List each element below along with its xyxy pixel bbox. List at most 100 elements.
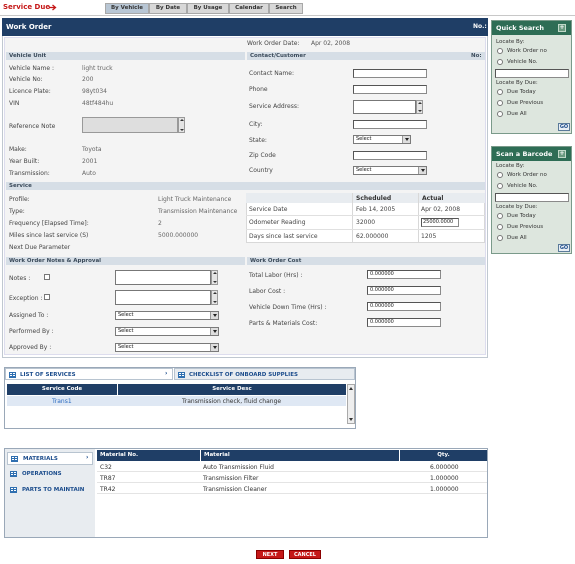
- material-no-cell: C32: [100, 464, 112, 471]
- material-no-cell: TR87: [100, 475, 116, 482]
- chevron-down-icon: [210, 344, 218, 351]
- table-row[interactable]: [97, 462, 487, 472]
- table-row[interactable]: [97, 473, 487, 483]
- assigned-to-select[interactable]: Select: [115, 311, 219, 320]
- service-address-textarea[interactable]: [353, 100, 416, 114]
- services-scrollbar[interactable]: [347, 384, 355, 424]
- vin-label: VIN: [9, 100, 20, 107]
- scan-radio-vehicle[interactable]: [497, 183, 503, 189]
- scan-go-button[interactable]: GO: [558, 244, 570, 252]
- tab-search[interactable]: Search: [269, 3, 303, 14]
- work-order-header: [2, 18, 488, 36]
- scan-search-input[interactable]: [495, 193, 569, 202]
- miles-value: 5000.000000: [158, 232, 199, 239]
- tab-by-usage[interactable]: By Usage: [187, 3, 229, 14]
- service-date-label: Service Date: [249, 206, 288, 213]
- qs-locate-due: Locate By Due:: [496, 80, 538, 86]
- scan-radio-due-previous[interactable]: [497, 224, 503, 230]
- tab-list-of-services[interactable]: LIST OF SERVICES ›: [5, 368, 173, 380]
- exception-checkbox[interactable]: [44, 294, 50, 300]
- qs-radio-due-today[interactable]: [497, 89, 503, 95]
- scroll-down-icon[interactable]: [349, 418, 353, 421]
- tab-by-vehicle[interactable]: By Vehicle: [105, 3, 149, 14]
- year-built-label: Year Built:: [9, 158, 40, 165]
- tab-by-date[interactable]: By Date: [149, 3, 187, 14]
- service-address-label: Service Address:: [249, 103, 299, 110]
- material-cell: Transmission Filter: [203, 475, 259, 482]
- notes-checkbox[interactable]: [44, 274, 50, 280]
- grid-icon: [11, 456, 18, 462]
- scan-barcode-title: Scan a Barcode: [496, 150, 553, 158]
- performed-by-value: Select: [118, 328, 134, 334]
- material-cell: Transmission Cleaner: [203, 486, 267, 493]
- expand-icon[interactable]: +: [558, 150, 566, 158]
- qs-search-input[interactable]: [495, 69, 569, 78]
- zip-label: Zip Code: [249, 152, 276, 159]
- approved-by-select[interactable]: Select: [115, 343, 219, 352]
- tab-calendar[interactable]: Calendar: [229, 3, 269, 14]
- qs-radio-due-previous[interactable]: [497, 100, 503, 106]
- cancel-button[interactable]: CANCEL: [289, 550, 321, 559]
- nav-parts-to-maintain[interactable]: PARTS TO MAINTAIN: [7, 484, 93, 497]
- chevron-down-icon: [210, 328, 218, 335]
- total-labor-input[interactable]: 0.000000: [367, 270, 441, 279]
- performed-by-select[interactable]: Select: [115, 327, 219, 336]
- notes-textarea[interactable]: [115, 270, 211, 285]
- nav-parts-label: PARTS TO MAINTAIN: [22, 487, 85, 493]
- scan-locate-by: Locate By:: [496, 163, 525, 169]
- scroll-up-icon[interactable]: [349, 387, 353, 390]
- city-input[interactable]: [353, 120, 427, 129]
- next-button[interactable]: NEXT: [256, 550, 284, 559]
- qs-go-button[interactable]: GO: [558, 123, 570, 131]
- scan-work-order-label: Work Order no: [507, 172, 547, 178]
- expand-icon[interactable]: +: [558, 24, 566, 32]
- service-address-scroll[interactable]: [416, 100, 423, 114]
- down-time-input[interactable]: 0.000000: [367, 302, 441, 311]
- material-cell: Auto Transmission Fluid: [203, 464, 274, 471]
- nav-materials[interactable]: MATERIALS ›: [7, 452, 93, 465]
- grid-icon: [10, 487, 17, 493]
- quick-search-title: Quick Search: [496, 24, 544, 32]
- exception-textarea[interactable]: [115, 290, 211, 305]
- odometer-actual-input[interactable]: 25000.0000: [421, 218, 459, 227]
- tab-checklist-onboard[interactable]: CHECKLIST OF ONBOARD SUPPLIES: [174, 368, 355, 380]
- qs-radio-vehicle[interactable]: [497, 59, 503, 65]
- exception-scroll[interactable]: [211, 290, 218, 305]
- grid-icon: [10, 471, 17, 477]
- contact-name-input[interactable]: [353, 69, 427, 78]
- contact-name-label: Contact Name:: [249, 70, 294, 77]
- work-order-date-value: Apr 02, 2008: [311, 40, 351, 47]
- service-date-actual: Apr 02, 2008: [421, 206, 461, 213]
- state-select[interactable]: Select: [353, 135, 411, 144]
- qs-radio-due-all[interactable]: [497, 111, 503, 117]
- country-select[interactable]: Select: [353, 166, 427, 175]
- reference-note-textarea[interactable]: [82, 117, 178, 133]
- vehicle-no-label: Vehicle No:: [9, 76, 43, 83]
- contact-no-label: No:: [471, 53, 482, 59]
- nav-operations[interactable]: OPERATIONS: [7, 468, 93, 481]
- scan-radio-due-today[interactable]: [497, 213, 503, 219]
- assigned-to-label: Assigned To :: [9, 312, 49, 319]
- phone-input[interactable]: [353, 85, 427, 94]
- scan-radio-due-all[interactable]: [497, 235, 503, 241]
- licence-plate-value: 98yt034: [82, 88, 107, 95]
- section-service: Service: [6, 182, 485, 190]
- vehicle-name-label: Vehicle Name :: [9, 65, 54, 72]
- labor-cost-input[interactable]: 0.000000: [367, 286, 441, 295]
- zip-input[interactable]: [353, 151, 427, 160]
- type-label: Type:: [9, 208, 25, 215]
- scan-barcode-panel: Scan a Barcode + Locate By: Work Order no…: [491, 146, 572, 254]
- reference-note-scroll[interactable]: [178, 117, 185, 133]
- scan-radio-work-order[interactable]: [497, 172, 503, 178]
- exception-label: Exception :: [9, 295, 43, 302]
- service-date-scheduled: Feb 14, 2005: [356, 206, 396, 213]
- vehicle-no-value: 200: [82, 76, 94, 83]
- table-row[interactable]: [97, 484, 487, 494]
- qs-radio-work-order[interactable]: [497, 48, 503, 54]
- scan-due-today-label: Due Today: [507, 213, 536, 219]
- parts-cost-input[interactable]: 0.000000: [367, 318, 441, 327]
- miles-label: Miles since last service (S): [9, 232, 89, 239]
- quick-search-header: Quick Search +: [492, 21, 571, 35]
- notes-scroll[interactable]: [211, 270, 218, 285]
- service-code-cell[interactable]: Trans1: [52, 399, 72, 405]
